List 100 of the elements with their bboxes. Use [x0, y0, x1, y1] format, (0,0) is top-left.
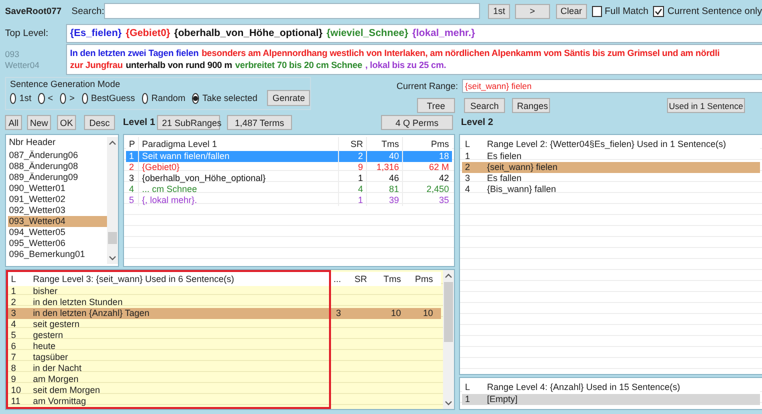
- list-item[interactable]: 096_Bemerkung01: [8, 249, 107, 260]
- table-row[interactable]: 3 {oberhalb_von_Höhe_optional} 1 46 42: [126, 173, 452, 184]
- table-cell-text: 2: [128, 162, 136, 173]
- button[interactable]: Used in 1 Sentence: [667, 98, 745, 113]
- scrollbar[interactable]: [107, 137, 118, 264]
- list-item[interactable]: 089_Änderung09: [8, 172, 107, 183]
- button[interactable]: Ranges: [512, 98, 550, 113]
- caret-down-icon[interactable]: [444, 399, 453, 407]
- sentence-text: zur Jungfrau: [70, 59, 123, 71]
- list-item[interactable]: 088_Änderung08: [8, 161, 107, 172]
- token: {Es_fielen}: [70, 28, 122, 38]
- list-item[interactable]: 090_Wetter01: [8, 183, 107, 194]
- column-header: P: [128, 138, 136, 151]
- table-row[interactable]: 7 tagsüber: [8, 352, 441, 363]
- table-row[interactable]: 9 am Morgen: [8, 374, 441, 385]
- table-cell: 9: [338, 162, 366, 173]
- table-row[interactable]: 8 in der Nacht: [8, 363, 441, 374]
- table-cell: 42: [402, 173, 452, 184]
- table-row[interactable]: 1 bisher: [8, 286, 441, 297]
- button[interactable]: 1st: [488, 4, 510, 18]
- table-cell-text: 1: [128, 151, 136, 162]
- level-label: Level 2: [461, 117, 494, 128]
- button[interactable]: New: [27, 115, 51, 130]
- table-cell: 2: [338, 151, 366, 162]
- table-row[interactable]: 6 heute: [8, 341, 441, 352]
- search-field[interactable]: [104, 3, 480, 19]
- table-cell: 1: [338, 173, 366, 184]
- button[interactable]: Search: [464, 98, 505, 113]
- table-cell-text: seit gestern: [32, 319, 81, 330]
- checkbox[interactable]: [653, 6, 664, 16]
- sentence-text: unterhalb von rund 900 m: [126, 59, 232, 71]
- sentence-text: verbreitet 70 bis 20 cm Schnee: [235, 59, 362, 71]
- caret-up-icon[interactable]: [108, 139, 117, 147]
- top-level-label: Top Level:: [5, 28, 50, 38]
- current-range-label: Current Range:: [395, 81, 459, 91]
- table-cell-text: 8: [10, 363, 18, 374]
- radio-button[interactable]: [60, 92, 66, 104]
- table-cell: 40: [366, 151, 402, 162]
- table-row[interactable]: 4 seit gestern: [8, 319, 441, 330]
- button[interactable]: >: [515, 4, 550, 18]
- table-cell-text: 3: [10, 308, 18, 319]
- table-cell-text: 10: [390, 308, 402, 319]
- button[interactable]: 4 Q Perms: [381, 115, 453, 130]
- table-row[interactable]: 4 {Bis_wann} fallen: [462, 184, 760, 195]
- button[interactable]: Desc: [84, 115, 115, 130]
- table-cell-text: 4: [464, 184, 472, 195]
- caret-down-icon[interactable]: [108, 254, 117, 262]
- current-range-field[interactable]: {seit_wann} fielen: [462, 79, 762, 93]
- list-item[interactable]: 093_Wetter04: [8, 216, 107, 227]
- button[interactable]: 21 SubRanges: [157, 115, 220, 130]
- list-item[interactable]: 087_Änderung06: [8, 150, 107, 161]
- list-item[interactable]: 095_Wetter06: [8, 238, 107, 249]
- table-row[interactable]: 5 gestern: [8, 330, 441, 341]
- column-header: Nbr Header: [8, 137, 57, 149]
- scroll-thumb[interactable]: [444, 282, 453, 342]
- radio-button[interactable]: [142, 92, 148, 104]
- table-row[interactable]: 4 ... cm Schnee 4 81 2,450: [126, 184, 452, 195]
- table-row[interactable]: 2 in den letzten Stunden: [8, 297, 441, 308]
- table-row[interactable]: 10 seit dem Morgen: [8, 385, 441, 396]
- button[interactable]: Tree: [417, 98, 455, 113]
- table-cell-text: {Bis_wann} fallen: [486, 184, 558, 195]
- table-row[interactable]: 5 {, lokal mehr}. 1 39 35: [126, 195, 452, 206]
- list-item[interactable]: 092_Wetter03: [8, 205, 107, 216]
- table-cell: 2,450: [402, 184, 452, 195]
- button[interactable]: 1,487 Terms: [227, 115, 292, 130]
- caret-up-icon[interactable]: [444, 272, 453, 280]
- table-cell: 18: [402, 151, 452, 162]
- table-row[interactable]: 11 am Vormittag: [8, 396, 441, 407]
- radio-label: <: [48, 93, 53, 103]
- table-row[interactable]: 1 [Empty]: [462, 394, 760, 405]
- radio-button[interactable]: [82, 92, 88, 104]
- column-header: ...: [332, 273, 342, 286]
- table-row[interactable]: 1 Es fielen: [462, 151, 760, 162]
- table-cell: 81: [366, 184, 402, 195]
- button[interactable]: OK: [57, 115, 76, 130]
- sentence-field[interactable]: [66, 44, 762, 75]
- table-row[interactable]: 3 in den letzten {Anzahl} Tagen 3 10 10: [8, 308, 441, 319]
- table-cell: {Gebiet0}: [138, 162, 338, 173]
- table-cell-text: am Vormittag: [32, 396, 88, 407]
- top-level-field[interactable]: {Es_fielen} {Gebiet0} {oberhalb_von_Höhe_optional} {wieviel_Schnee} {lokal_mehr.}: [66, 24, 762, 42]
- list-item[interactable]: 094_Wetter05: [8, 227, 107, 238]
- column-header: L: [464, 381, 472, 394]
- table-cell: Seit wann fielen/fallen: [138, 151, 338, 162]
- table-row[interactable]: 2 {seit_wann} fielen: [462, 162, 760, 173]
- radio-button[interactable]: [10, 92, 16, 104]
- radio-button[interactable]: [192, 92, 200, 104]
- radio-button[interactable]: [38, 92, 45, 104]
- button[interactable]: Clear: [556, 4, 588, 18]
- scroll-thumb[interactable]: [108, 232, 117, 244]
- button[interactable]: All: [5, 115, 22, 130]
- table-row[interactable]: 2 {Gebiet0} 9 1,316 62 M: [126, 162, 452, 173]
- table-cell-text: gestern: [32, 330, 64, 341]
- table-cell: 39: [366, 195, 402, 206]
- checkbox-label: Current Sentence only: [667, 6, 762, 16]
- button[interactable]: Genrate: [267, 90, 310, 106]
- table-row[interactable]: 3 Es fallen: [462, 173, 760, 184]
- level-label: Level 1: [123, 117, 156, 128]
- scrollbar[interactable]: [443, 270, 454, 409]
- list-item[interactable]: 091_Wetter02: [8, 194, 107, 205]
- checkbox[interactable]: [592, 6, 602, 16]
